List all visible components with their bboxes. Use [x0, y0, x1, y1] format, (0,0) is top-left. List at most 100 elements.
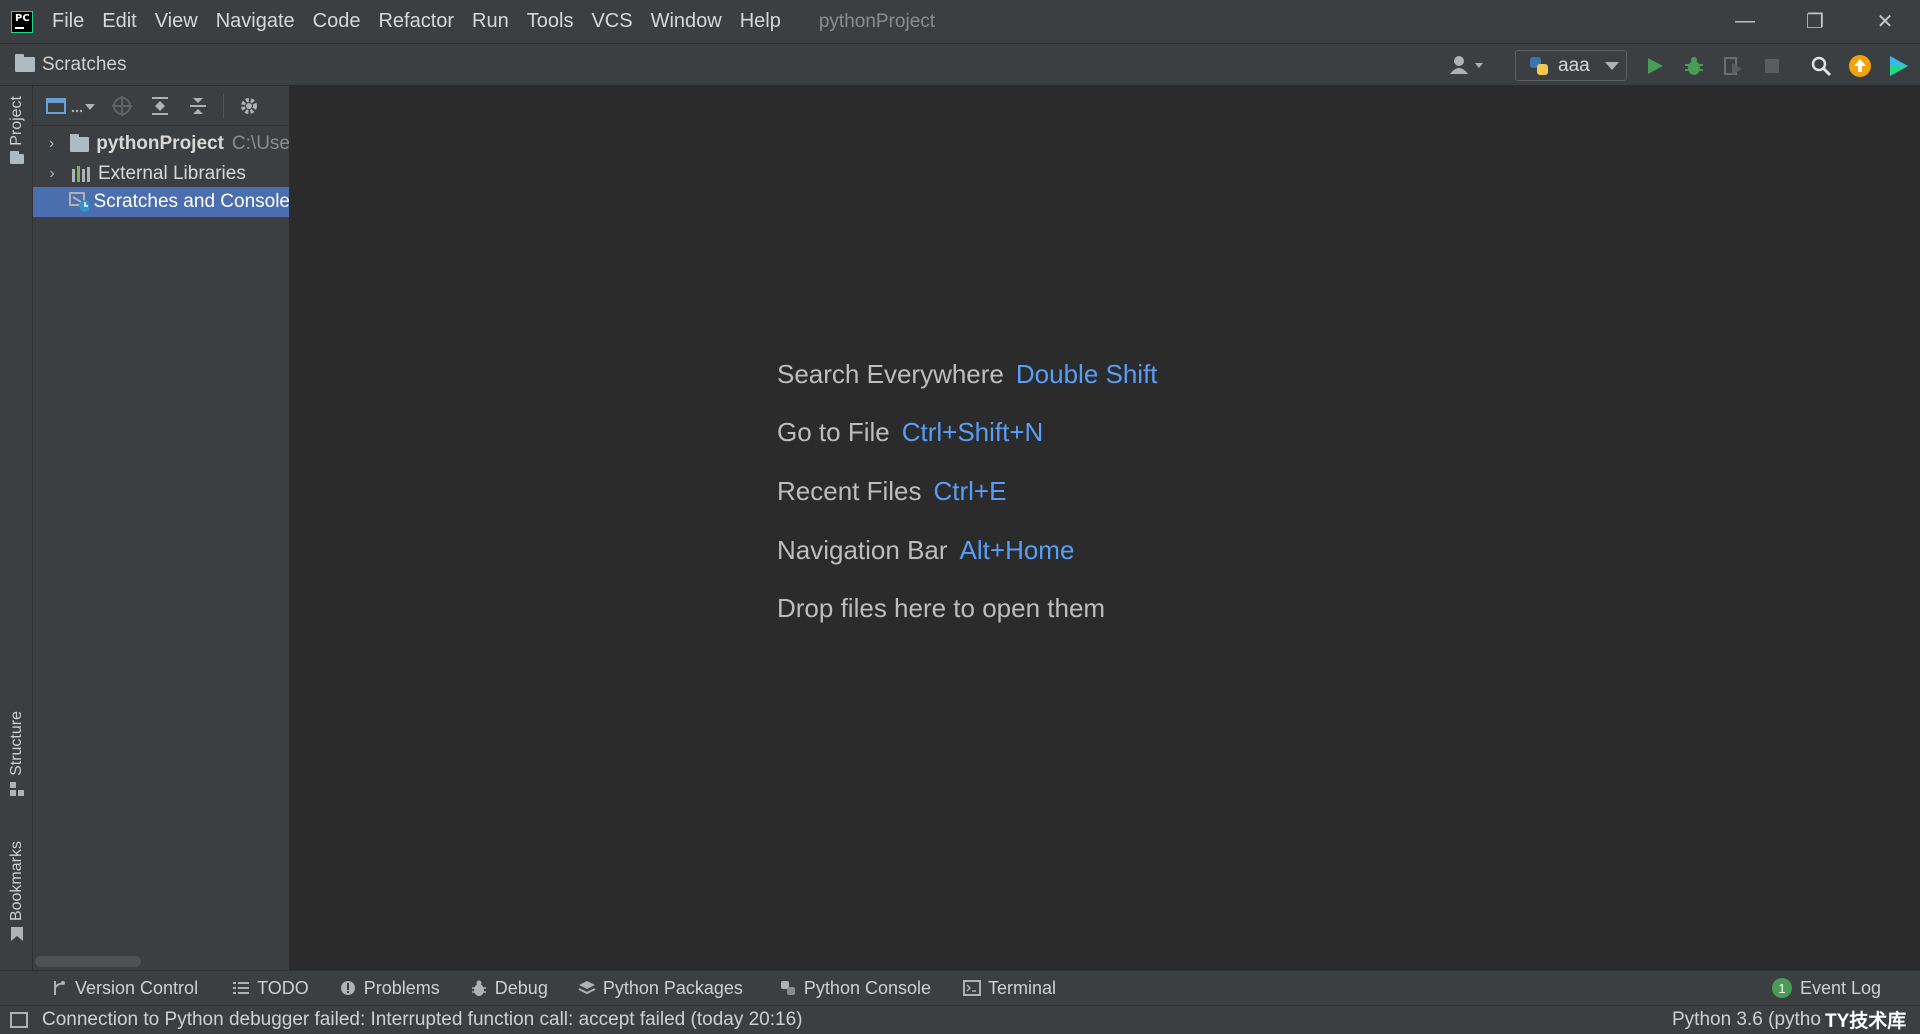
run-button[interactable] — [1642, 53, 1668, 79]
status-message[interactable]: Connection to Python debugger failed: In… — [42, 1009, 803, 1031]
update-arrow-icon — [1849, 55, 1871, 77]
watermark: TY技术库 — [1825, 1011, 1907, 1032]
gear-icon — [241, 97, 257, 114]
bottom-tool-tabs: Version Control TODO Problems Debug Pyth… — [0, 970, 1920, 1005]
collapse-all-button[interactable] — [185, 93, 211, 119]
run-with-coverage-button[interactable] — [1720, 53, 1746, 79]
code-with-me-button[interactable] — [1886, 53, 1912, 79]
menu-code[interactable]: Code — [313, 10, 361, 33]
scratches-icon — [69, 192, 89, 212]
hint-drop-files: Drop files here to open them — [777, 593, 1105, 624]
breadcrumb-label: Scratches — [42, 53, 127, 75]
close-window-button[interactable]: ✕ — [1850, 0, 1920, 43]
navigation-bar: Scratches aaa — [0, 43, 1920, 86]
project-panel-toolbar — [33, 86, 289, 126]
project-tool-tab[interactable]: Project — [0, 96, 33, 174]
menu-run[interactable]: Run — [472, 10, 509, 33]
structure-tool-tab[interactable]: Structure — [0, 711, 33, 811]
hint-search-everywhere: Search Everywhere Double Shift — [777, 359, 1158, 390]
chevron-right-icon[interactable]: › — [41, 135, 62, 153]
search-icon — [1811, 56, 1832, 77]
python-icon — [1530, 56, 1548, 75]
hint-label: Navigation Bar — [777, 535, 948, 565]
folder-icon — [15, 54, 35, 72]
breadcrumb[interactable]: Scratches — [15, 54, 126, 76]
locate-icon — [112, 95, 132, 116]
collapse-all-icon — [190, 97, 206, 114]
menu-vcs[interactable]: VCS — [591, 10, 632, 33]
stop-button[interactable] — [1759, 53, 1785, 79]
tab-python-console[interactable]: Python Console — [779, 978, 931, 999]
project-panel: › pythonProject C:\Use › External Librar… — [33, 86, 290, 970]
tab-label: Version Control — [75, 977, 199, 998]
search-everywhere-button[interactable] — [1808, 53, 1834, 79]
expand-all-icon — [152, 96, 168, 115]
tab-problems[interactable]: Problems — [339, 978, 440, 999]
tree-item-python-project[interactable]: › pythonProject C:\Use — [33, 129, 290, 159]
tree-item-label: Scratches and Console — [93, 191, 290, 212]
select-opened-file-button[interactable] — [109, 93, 135, 119]
list-icon — [232, 979, 250, 997]
menu-window[interactable]: Window — [651, 10, 722, 33]
window-title: pythonProject — [818, 10, 936, 32]
tab-label: Event Log — [1800, 977, 1882, 998]
updates-button[interactable] — [1847, 53, 1873, 79]
tab-label: Python Console — [803, 977, 932, 998]
bookmarks-tool-tab[interactable]: Bookmarks — [0, 841, 33, 956]
run-configuration-label: aaa — [1558, 54, 1590, 76]
menu-file[interactable]: File — [52, 10, 84, 33]
hint-shortcut: Ctrl+Shift+N — [901, 417, 1044, 447]
hint-navigation-bar: Navigation Bar Alt+Home — [777, 535, 1074, 566]
restore-icon: ❐ — [1806, 11, 1824, 33]
warning-info-icon — [339, 979, 357, 997]
terminal-icon — [963, 979, 982, 997]
coverage-icon — [1724, 57, 1742, 75]
menu-edit[interactable]: Edit — [102, 10, 136, 33]
editor-area[interactable]: Search Everywhere Double Shift Go to File… — [290, 86, 1920, 970]
expand-all-button[interactable] — [147, 93, 173, 119]
restore-button[interactable]: ❐ — [1780, 0, 1850, 43]
title-bar: PC File Edit View Navigate Code Refactor… — [0, 0, 1920, 43]
tree-item-scratches-and-console[interactable]: Scratches and Console — [33, 187, 290, 217]
bug-icon — [1685, 57, 1703, 75]
view-mode-dropdown[interactable] — [45, 93, 97, 119]
debug-button[interactable] — [1681, 53, 1707, 79]
chevron-down-icon — [1604, 61, 1619, 70]
python-icon — [779, 979, 797, 997]
minimize-icon: — — [1735, 10, 1755, 32]
minimize-button[interactable]: — — [1710, 0, 1780, 43]
menu-tools[interactable]: Tools — [527, 10, 574, 33]
tree-item-label: pythonProject — [96, 133, 224, 154]
tab-label: TODO — [257, 977, 309, 998]
horizontal-scrollbar[interactable] — [35, 956, 141, 967]
tree-item-label: External Libraries — [98, 163, 246, 184]
tab-version-control[interactable]: Version Control — [50, 978, 198, 999]
folder-icon — [9, 150, 24, 164]
menu-refactor[interactable]: Refactor — [378, 10, 454, 33]
hint-label: Drop files here to open them — [777, 593, 1106, 623]
menu-view[interactable]: View — [155, 10, 198, 33]
python-interpreter-selector[interactable]: Python 3.6 (pytho — [1672, 1009, 1821, 1031]
run-configuration-selector[interactable]: aaa — [1515, 50, 1627, 81]
toggle-tool-windows-icon[interactable] — [10, 1012, 28, 1028]
pycharm-logo-icon: PC — [11, 10, 33, 33]
user-icon — [1450, 56, 1483, 74]
tab-todo[interactable]: TODO — [232, 978, 309, 999]
tab-terminal[interactable]: Terminal — [963, 978, 1056, 999]
chevron-right-icon[interactable]: › — [41, 165, 63, 183]
structure-tab-label: Structure — [7, 711, 25, 776]
vcs-user-button[interactable] — [1448, 53, 1488, 79]
layers-icon — [578, 979, 596, 997]
tree-item-path: C:\Use — [231, 133, 290, 154]
tab-python-packages[interactable]: Python Packages — [578, 978, 743, 999]
menu-help[interactable]: Help — [740, 10, 781, 33]
branch-icon — [50, 979, 68, 997]
panel-settings-button[interactable] — [236, 93, 262, 119]
tab-label: Problems — [363, 977, 440, 998]
menu-navigate[interactable]: Navigate — [216, 10, 295, 33]
tab-debug[interactable]: Debug — [470, 978, 548, 999]
hint-label: Recent Files — [777, 476, 922, 506]
tab-event-log[interactable]: 1 Event Log — [1772, 978, 1881, 999]
hint-label: Go to File — [777, 417, 890, 447]
tree-item-external-libraries[interactable]: › External Libraries — [33, 159, 289, 189]
